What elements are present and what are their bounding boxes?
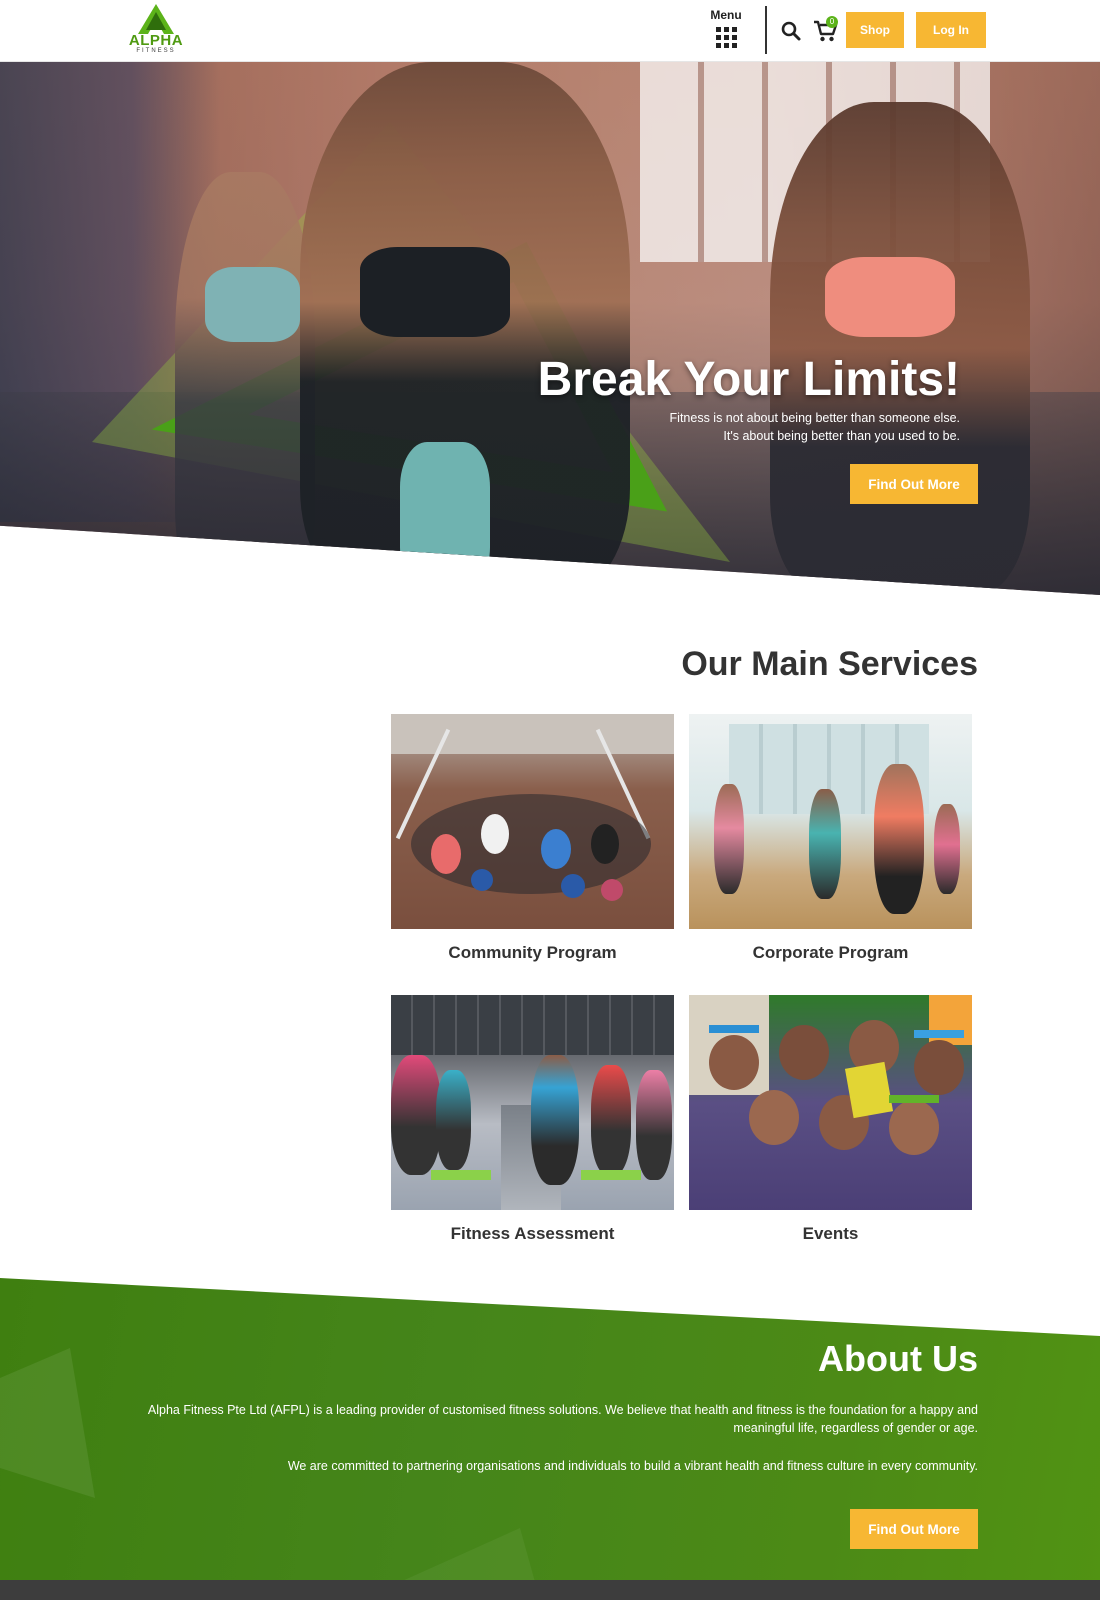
hero-subtitle-line-2: It's about being better than you used to… <box>723 429 960 443</box>
about-title: About Us <box>818 1338 978 1379</box>
fitness-assessment-image[interactable] <box>391 995 674 1210</box>
events-image[interactable] <box>689 995 972 1210</box>
service-label-community[interactable]: Community Program <box>391 943 674 963</box>
hero-subtitle: Fitness is not about being better than s… <box>500 409 960 445</box>
about-find-out-more-button[interactable]: Find Out More <box>850 1509 978 1549</box>
logo-subtext: FITNESS <box>136 48 176 54</box>
community-program-image[interactable] <box>391 714 674 929</box>
hero-banner: Break Your Limits! Fitness is not about … <box>0 62 1100 595</box>
about-paragraph-1: Alpha Fitness Pte Ltd (AFPL) is a leadin… <box>147 1403 978 1435</box>
menu-grid-icon <box>715 27 737 48</box>
site-header: ALPHA FITNESS Menu 0 Shop Log In <box>0 0 1100 62</box>
hero-person-left <box>175 172 315 592</box>
header-divider <box>765 6 767 54</box>
logo-wordmark: ALPHA <box>128 32 184 49</box>
service-card-events[interactable]: Events <box>689 995 972 1244</box>
menu-button[interactable]: Menu <box>704 8 748 54</box>
cart-count-badge: 0 <box>826 16 838 28</box>
hero-subtitle-line-1: Fitness is not about being better than s… <box>669 411 960 425</box>
footer-strip <box>0 1580 1100 1600</box>
menu-label: Menu <box>710 8 742 22</box>
hero-find-out-more-button[interactable]: Find Out More <box>850 464 978 504</box>
service-label-fitness-assessment[interactable]: Fitness Assessment <box>391 1224 674 1244</box>
service-card-fitness-assessment[interactable]: Fitness Assessment <box>391 995 674 1244</box>
services-title: Our Main Services <box>681 645 978 683</box>
logo-mountain-icon <box>138 4 174 34</box>
service-label-events[interactable]: Events <box>689 1224 972 1244</box>
shop-button[interactable]: Shop <box>846 12 904 48</box>
hero-person-center-legging <box>400 442 490 592</box>
hero-person-center-top <box>360 247 510 337</box>
search-icon[interactable] <box>780 20 802 42</box>
login-button[interactable]: Log In <box>916 12 986 48</box>
hero-person-right-top <box>825 257 955 337</box>
hero-title: Break Your Limits! <box>537 353 960 406</box>
alpha-fitness-logo[interactable]: ALPHA FITNESS <box>118 4 194 56</box>
hero-person-left-top <box>205 267 300 342</box>
service-card-community[interactable]: Community Program <box>391 714 674 963</box>
about-section <box>0 1278 1100 1600</box>
corporate-program-image[interactable] <box>689 714 972 929</box>
about-paragraph-2: We are committed to partnering organisat… <box>287 1459 978 1473</box>
service-label-corporate[interactable]: Corporate Program <box>689 943 972 963</box>
hero-person-right <box>770 102 1030 595</box>
service-card-corporate[interactable]: Corporate Program <box>689 714 972 963</box>
